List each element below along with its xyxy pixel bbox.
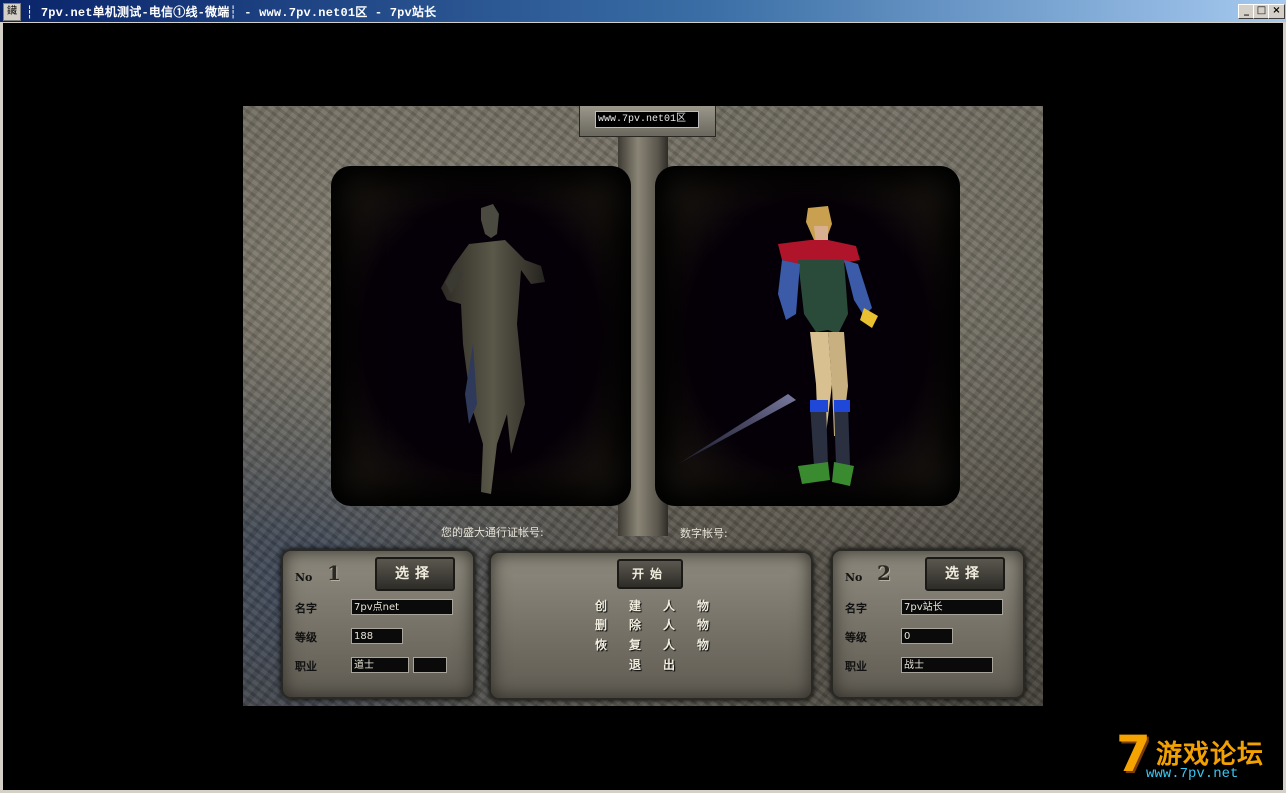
window-title: ┆ 7pv.net单机测试-电信①线-微端┆ - www.7pv.net01区 …: [26, 3, 436, 20]
slot-2-job-label: 职业: [845, 660, 867, 673]
delete-char-1: 删: [594, 618, 607, 632]
pass-account-label: 您的盛大通行证帐号:: [441, 526, 544, 539]
restore-char-2: 复: [628, 638, 641, 652]
slot-2-number: 2: [877, 561, 891, 585]
window-title-text: 7pv.net单机测试-电信①线-微端┆ - www.7pv.net01区 - …: [40, 6, 437, 20]
slot-1-level-label: 等级: [295, 631, 317, 644]
slot-2-no-label: No: [845, 571, 863, 584]
slot-1-no-label: No: [295, 571, 313, 584]
create-char-1: 创: [594, 599, 607, 613]
app-icon: 鑶: [3, 3, 21, 21]
server-plate: www.7pv.net01区: [579, 106, 716, 137]
create-char-4: 物: [696, 599, 709, 613]
slot-1-number: 1: [327, 561, 341, 585]
server-name: www.7pv.net01区: [595, 111, 699, 128]
digital-account-label: 数字帐号:: [680, 527, 728, 540]
slot-2-level-field: 0: [901, 628, 953, 644]
character-select-screen: www.7pv.net01区 您的盛大通行证帐号: 数字帐号: No 1 选择 …: [243, 106, 1043, 706]
slot-1-name-label: 名字: [295, 602, 317, 615]
window-title-bar[interactable]: 鑶 ┆ 7pv.net单机测试-电信①线-微端┆ - www.7pv.net01…: [0, 0, 1286, 23]
restore-char-1: 恢: [594, 638, 607, 652]
delete-char-4: 物: [696, 618, 709, 632]
restore-char-3: 人: [662, 638, 675, 652]
warrior-character[interactable]: [678, 204, 903, 494]
slot-2-name-field: 7pv站长: [901, 599, 1003, 615]
exit-button[interactable]: 退出: [618, 656, 686, 672]
slot-2-select-button[interactable]: 选择: [925, 557, 1005, 591]
slot-1-select-button[interactable]: 选择: [375, 557, 455, 591]
slot-1-job-field: 道士: [351, 657, 409, 673]
slot-1-panel: No 1 选择 名字 7pv点net 等级 188 职业 道士: [281, 549, 475, 699]
create-char-2: 建: [628, 599, 641, 613]
exit-char-2: 出: [662, 658, 675, 672]
slot-2-name-label: 名字: [845, 602, 867, 615]
delete-character-button[interactable]: 删除人物: [584, 616, 720, 632]
menu-panel: 开始 创建人物 删除人物 恢复人物 退出: [489, 551, 813, 700]
delete-char-3: 人: [662, 618, 675, 632]
create-char-3: 人: [662, 599, 675, 613]
title-separator: ┆: [26, 6, 34, 20]
slot-1-level-field: 188: [351, 628, 403, 644]
watermark-url: www.7pv.net: [1146, 766, 1239, 782]
restore-character-button[interactable]: 恢复人物: [584, 636, 720, 652]
slot-1-name-field: 7pv点net: [351, 599, 453, 615]
start-button[interactable]: 开始: [617, 559, 683, 589]
window-frame-left: [0, 22, 3, 793]
slot-1-extra-field: [413, 657, 447, 673]
site-watermark: 7 游戏论坛 www.7pv.net: [1116, 726, 1276, 788]
close-button[interactable]: ×: [1268, 4, 1285, 19]
slot-2-level-label: 等级: [845, 631, 867, 644]
exit-char-1: 退: [628, 658, 641, 672]
restore-char-4: 物: [696, 638, 709, 652]
delete-char-2: 除: [628, 618, 641, 632]
create-character-button[interactable]: 创建人物: [584, 597, 720, 613]
slot-1-job-label: 职业: [295, 660, 317, 673]
taoist-character[interactable]: [433, 204, 563, 494]
slot-2-panel: No 2 选择 名字 7pv站长 等级 0 职业 战士: [831, 549, 1025, 699]
slot-2-job-field: 战士: [901, 657, 993, 673]
